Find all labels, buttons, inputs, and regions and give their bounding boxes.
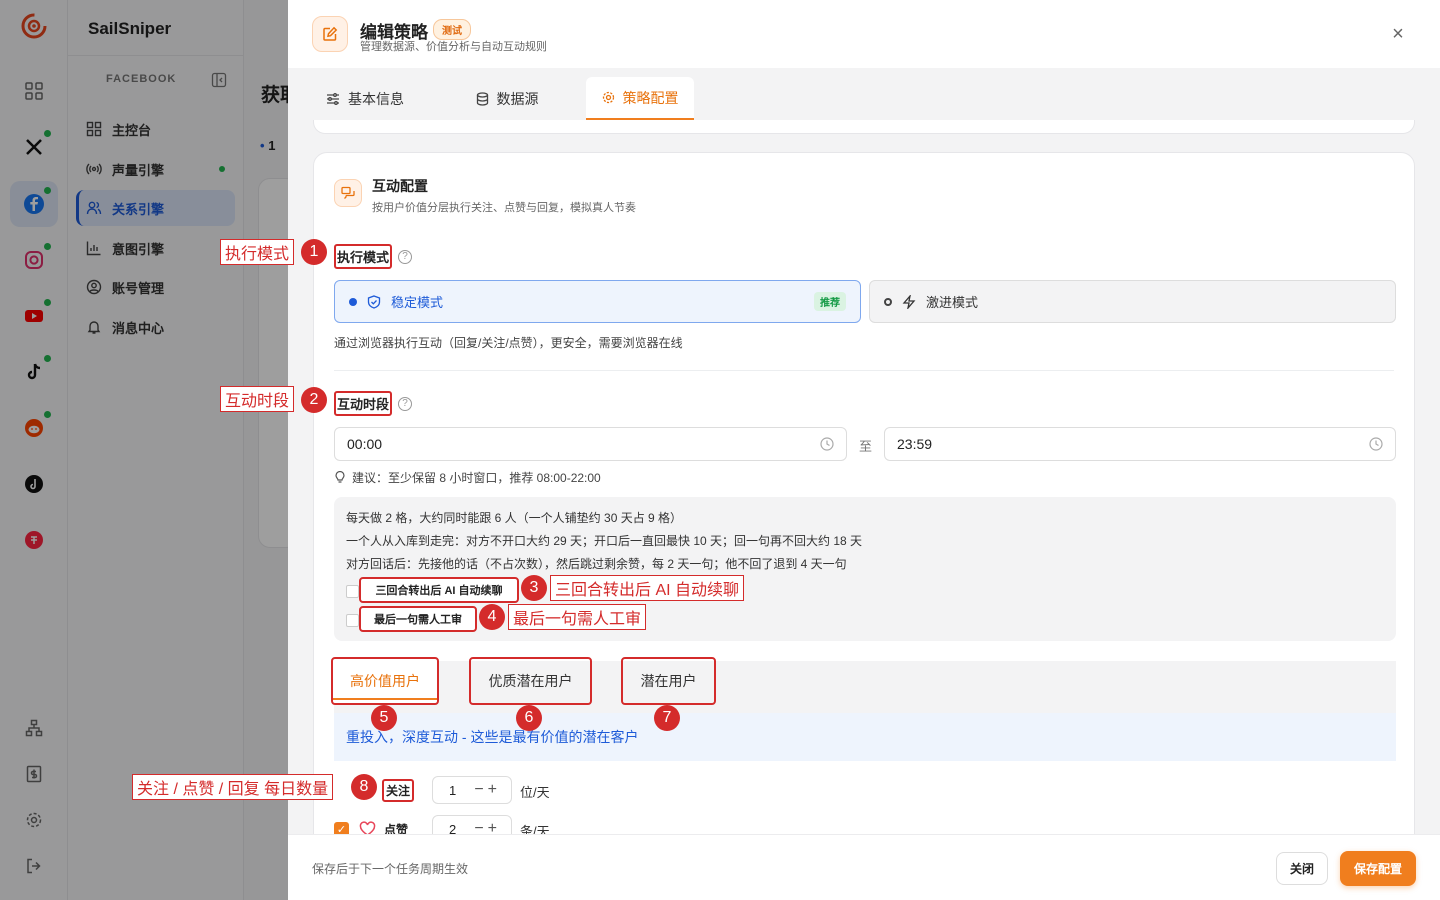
section-title: 互动配置 xyxy=(372,178,428,194)
tab-potential-users[interactable]: 潜在用户 xyxy=(621,657,716,705)
tab-high-value-users[interactable]: 高价值用户 xyxy=(331,657,439,705)
time-window-label: 互动时段 ? xyxy=(334,391,413,416)
stepper-controls[interactable]: −+ xyxy=(474,781,501,799)
annotation-number-3: 3 xyxy=(521,575,547,601)
status-badge: 测试 xyxy=(433,19,471,40)
save-config-button[interactable]: 保存配置 xyxy=(1340,851,1416,886)
exec-mode-label: 执行模式 ? xyxy=(334,244,413,269)
user-tier-tabs: 高价值用户 优质潜在用户 潜在用户 xyxy=(331,657,1396,713)
tab-data-source[interactable]: 数据源 xyxy=(454,77,560,120)
mode-description: 通过浏览器执行互动（回复/关注/点赞），更安全，需要浏览器在线 xyxy=(334,336,683,350)
info-line: 每天做 2 格，大约同时能跟 6 人（一个人铺垫约 30 天占 9 格） xyxy=(346,511,683,525)
chat-icon xyxy=(334,179,362,207)
annotation-number-7: 7 xyxy=(654,705,680,731)
annotation-number-2: 2 xyxy=(301,387,327,413)
radio-selected xyxy=(349,297,357,306)
info-line: 对方回话后：先接他的话（不占次数），然后跳过剩余赞，每 2 天一句；他不回了退到… xyxy=(346,557,847,571)
follow-unit: 位/天 xyxy=(520,785,550,800)
clock-icon xyxy=(820,437,834,451)
drawer-tabs: 基本信息 数据源 策略配置 xyxy=(288,68,1440,120)
heart-icon xyxy=(359,821,376,834)
drawer-subtitle: 管理数据源、价值分析与自动互动规则 xyxy=(360,41,547,53)
interaction-config-card: 互动配置 按用户价值分层执行关注、点赞与回复，模拟真人节奏 执行模式 ? 稳定模… xyxy=(313,152,1415,834)
drawer-body[interactable]: 互动配置 按用户价值分层执行关注、点赞与回复，模拟真人节奏 执行模式 ? 稳定模… xyxy=(288,120,1440,834)
help-icon[interactable]: ? xyxy=(398,396,413,411)
section-subtitle: 按用户价值分层执行关注、点赞与回复，模拟真人节奏 xyxy=(372,202,636,214)
time-tip: 建议：至少保留 8 小时窗口，推荐 08:00-22:00 xyxy=(334,469,601,486)
stable-mode-option[interactable]: 稳定模式 推荐 xyxy=(334,280,861,323)
annotation-label-8: 关注 / 点赞 / 回复 每日数量 xyxy=(132,774,334,800)
gear-icon xyxy=(602,91,614,104)
follow-label: 关注 xyxy=(382,779,415,802)
stepper-controls[interactable]: −+ xyxy=(474,820,501,834)
help-icon[interactable]: ? xyxy=(398,249,413,264)
ai-continue-checkbox[interactable] xyxy=(346,585,359,598)
tab-strategy-config[interactable]: 策略配置 xyxy=(586,77,694,120)
drawer-header: 编辑策略 测试 管理数据源、价值分析与自动互动规则 × xyxy=(288,0,1440,68)
tab-basic-info[interactable]: 基本信息 xyxy=(312,77,418,120)
edit-icon xyxy=(312,16,348,52)
like-checkbox[interactable]: ✓ xyxy=(334,822,349,834)
previous-card xyxy=(313,120,1415,134)
recommended-badge: 推荐 xyxy=(814,292,846,311)
close-button[interactable]: 关闭 xyxy=(1276,852,1328,885)
like-unit: 条/天 xyxy=(520,824,550,834)
clock-icon xyxy=(1369,437,1383,451)
database-icon xyxy=(476,91,488,106)
annotation-label-3: 三回合转出后 AI 自动续聊 xyxy=(550,575,745,601)
tab-quality-potential-users[interactable]: 优质潜在用户 xyxy=(469,657,592,705)
annotation-number-6: 6 xyxy=(516,705,542,731)
end-time-input[interactable]: 23:59 xyxy=(884,427,1396,461)
shield-icon xyxy=(367,294,381,309)
edit-strategy-drawer: 编辑策略 测试 管理数据源、价值分析与自动互动规则 × 基本信息 数据源 策略配… xyxy=(288,0,1440,900)
radio-unselected xyxy=(884,297,892,306)
lightning-icon xyxy=(902,294,916,309)
annotation-number-8: 8 xyxy=(351,774,377,800)
annotation-label-2: 互动时段 xyxy=(220,386,295,412)
info-line: 一个人从入库到走完：对方不开口大约 29 天；开口后一直回最快 10 天；回一句… xyxy=(346,534,863,548)
drawer-footer: 保存后于下一个任务周期生效 关闭 保存配置 xyxy=(288,834,1440,900)
annotation-number-1: 1 xyxy=(301,239,327,265)
annotation-label-1: 执行模式 xyxy=(220,239,295,265)
follow-quantity-stepper[interactable]: 1 −+ xyxy=(432,776,512,804)
annotation-number-5: 5 xyxy=(371,705,397,731)
annotation-number-4: 4 xyxy=(479,604,505,630)
start-time-input[interactable]: 00:00 xyxy=(334,427,847,461)
like-label: 点赞 xyxy=(384,823,409,834)
tier-description: 重投入，深度互动 - 这些是最有价值的潜在客户 xyxy=(334,713,1396,761)
annotation-label-4: 最后一句需人工审 xyxy=(508,604,647,630)
sliders-icon xyxy=(327,92,339,105)
time-range-separator: 至 xyxy=(859,439,873,454)
close-icon[interactable]: × xyxy=(1386,22,1410,46)
manual-review-checkbox[interactable] xyxy=(346,614,359,627)
manual-review-label[interactable]: 最后一句需人工审 xyxy=(359,606,477,632)
like-quantity-stepper[interactable]: 2 −+ xyxy=(432,815,512,834)
aggressive-mode-option[interactable]: 激进模式 xyxy=(869,280,1396,323)
footer-note: 保存后于下一个任务周期生效 xyxy=(312,862,469,876)
ai-continue-label[interactable]: 三回合转出后 AI 自动续聊 xyxy=(359,577,519,603)
lightbulb-icon xyxy=(335,471,345,483)
